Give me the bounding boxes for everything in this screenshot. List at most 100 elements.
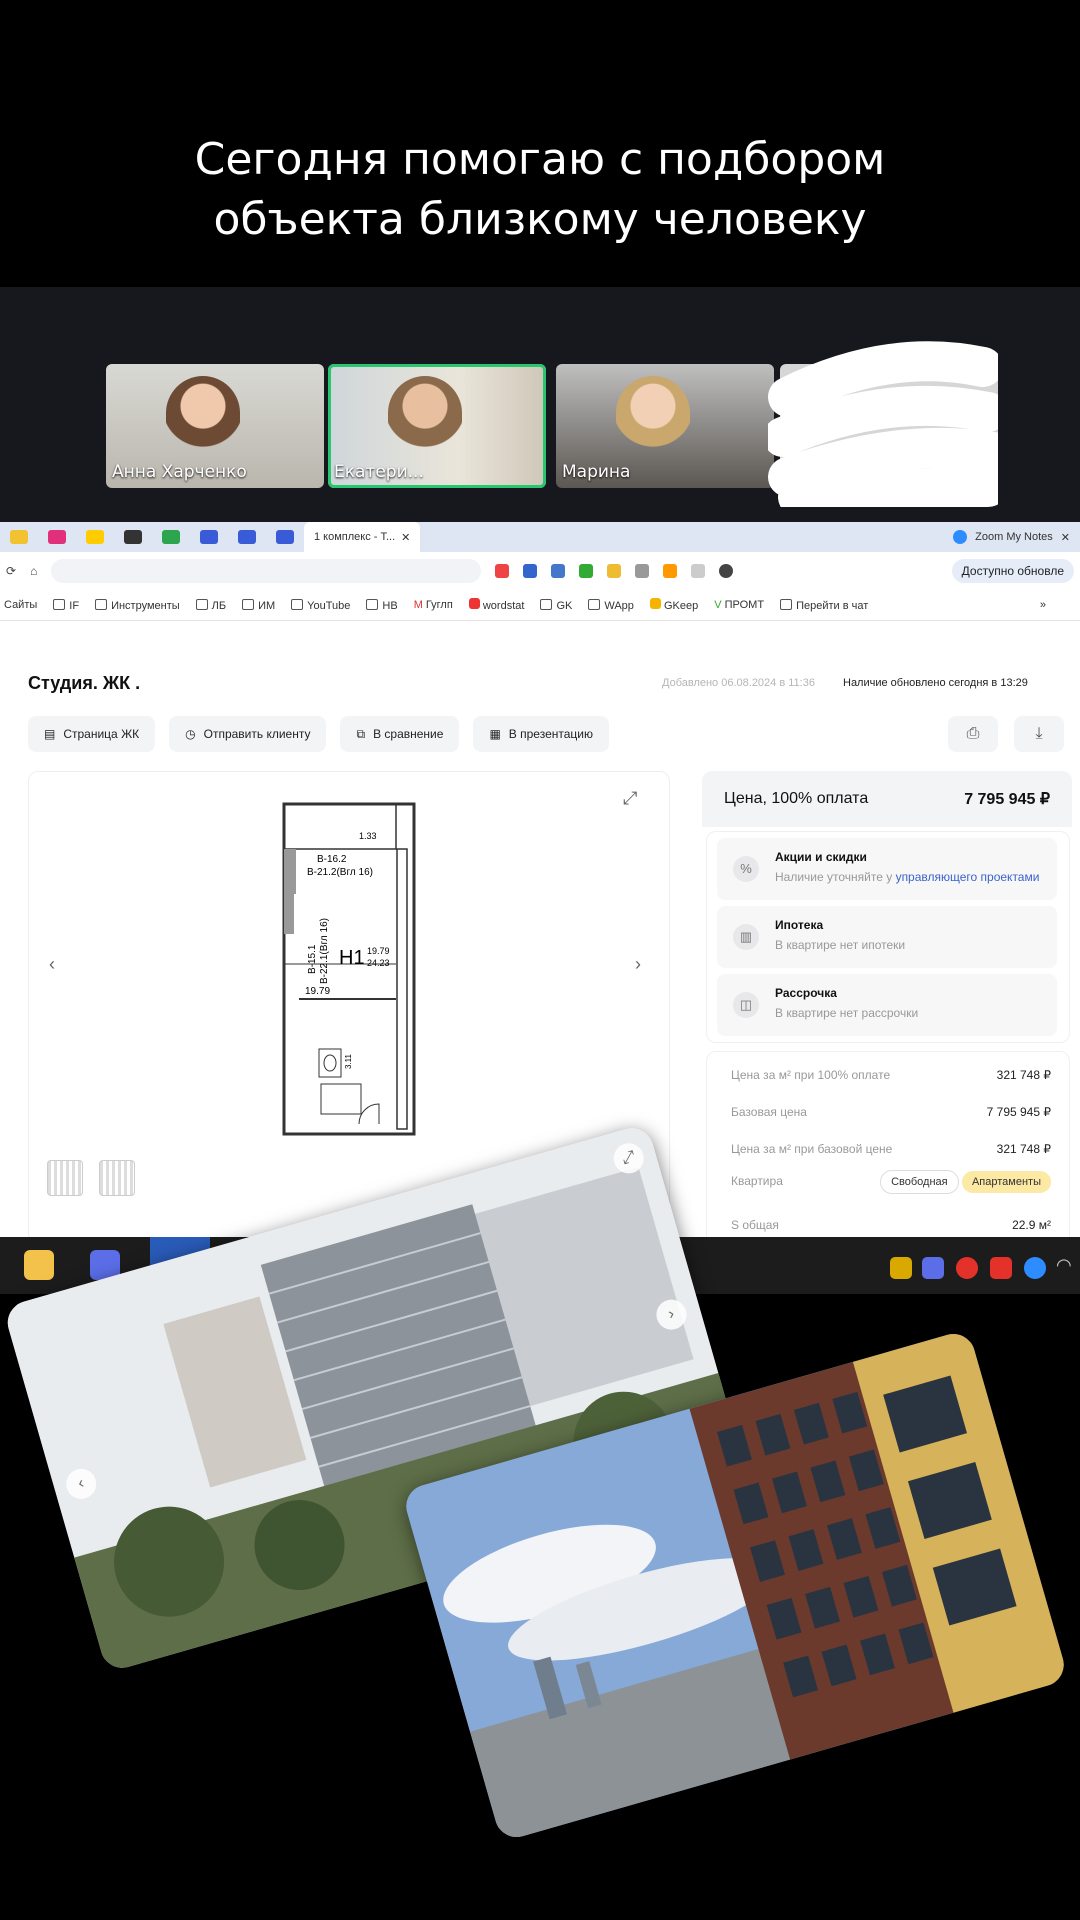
bookmark-item[interactable]: YouTube [291,598,350,612]
close-icon[interactable]: ✕ [1061,531,1070,544]
plan-label: В-22.1(Вгл 16) [319,918,330,984]
wifi-icon[interactable]: ◠ [1056,1255,1072,1276]
app-icon[interactable] [276,530,294,544]
bookmark-item[interactable]: GKeep [649,598,698,612]
close-icon[interactable]: ✕ [401,531,410,544]
compare-icon: ⧉ [356,726,366,741]
manager-link[interactable]: управляющего проектами [896,870,1040,884]
bookmark-item[interactable]: IF [53,598,79,612]
option-mortgage[interactable]: ▥ Ипотека В квартире нет ипотеки [717,906,1057,968]
extension-icon[interactable] [691,564,706,578]
bookmark-item[interactable]: НВ [366,598,398,612]
yandex-icon[interactable] [956,1257,978,1279]
page-title: Студия. ЖК . [28,673,141,693]
floor-plan-drawing: 1.33 В-16.2 В-21.2(Вгл 16) В-15.1 В-22.1… [282,802,416,1136]
tray-icon[interactable] [922,1257,944,1279]
bookmark-item[interactable]: ИМ [242,598,275,612]
plan-label: В-21.2(Вгл 16) [307,867,373,878]
arrow-icon[interactable] [124,530,142,544]
caption-line-1: Сегодня помогаю с подбором [194,134,886,185]
bookmark-item[interactable]: WApp [588,598,634,612]
prev-arrow-icon[interactable]: ‹ [49,954,55,975]
folder-icon [242,598,255,610]
thumbnail[interactable] [99,1160,135,1196]
option-installment[interactable]: ◫ Рассрочка В квартире нет рассрочки [717,974,1057,1036]
url-field[interactable] [51,559,482,583]
scribble-redaction [768,341,998,507]
extension-icon[interactable] [551,564,566,578]
send-icon: ◷ [185,727,196,741]
expand-icon[interactable]: ⤢ [623,788,637,809]
purchase-options: % Акции и скидки Наличие уточняйте у упр… [706,831,1070,1043]
extension-icon[interactable] [607,564,622,578]
globe-icon [780,598,793,610]
extension-icon[interactable] [523,564,538,578]
extension-icon[interactable] [663,564,678,578]
compare-button[interactable]: ⧉ В сравнение [340,716,460,752]
profile-avatar[interactable] [719,564,734,578]
extension-icon[interactable] [579,564,594,578]
caption-line-2: объекта близкому человеку [213,194,867,245]
download-button[interactable]: ⤓ [1014,716,1064,752]
bookmark-item[interactable]: Инструменты [95,598,180,612]
spec-row: Цена за м² при базовой цене 321 748 ₽ [731,1142,1051,1156]
app-icon[interactable] [86,530,104,544]
extension-icon[interactable] [495,564,510,578]
tab-label: Zoom My Notes [975,531,1053,543]
participant-tile-1[interactable]: Анна Харченко [106,364,324,488]
price-label: Цена, 100% оплата [724,790,869,807]
status-badge: Свободная [880,1170,959,1194]
participant-name: Марина [562,462,631,482]
participant-tile-3[interactable]: Марина [556,364,774,488]
extension-icon[interactable] [635,564,650,578]
bookmark-item[interactable]: Сайты [4,599,37,611]
download-icon: ⤓ [1035,725,1043,742]
tray-icon[interactable] [890,1257,912,1279]
participant-tile-2-active[interactable]: Екатери... [328,364,546,488]
participant-video [616,376,690,462]
folder-icon [366,598,379,610]
bookmark-item[interactable]: V ПРОМТ [714,599,764,611]
more-bookmarks-icon[interactable]: » [1040,599,1046,611]
app-icon[interactable] [48,530,66,544]
option-title: Акции и скидки [775,850,867,864]
bookmarks-bar: Сайты IF Инструменты ЛБ ИМ YouTube НВ M … [0,590,1080,621]
bookmark-item[interactable]: ЛБ [195,598,226,612]
participant-video [166,376,240,462]
app-icon[interactable] [200,530,218,544]
home-icon[interactable]: ⌂ [30,564,37,578]
zoom-icon[interactable] [1024,1257,1046,1279]
send-to-client-button[interactable]: ◷ Отправить клиенту [169,716,327,752]
folder-icon [95,598,108,610]
plan-label: 3.11 [344,1053,353,1069]
printer-icon: ⎙ [966,725,980,742]
participant-video [388,376,462,462]
spec-row-type: Квартира Свободная Апартаменты [731,1170,1051,1194]
complex-page-button[interactable]: ▤ Страница ЖК [28,716,156,752]
reload-icon[interactable]: ⟳ [6,564,16,578]
plan-label: В-16.2 [317,854,347,865]
tab-zoom-notes[interactable]: Zoom My Notes ✕ [953,530,1070,544]
presentation-button[interactable]: ▦ В презентацию [473,716,609,752]
option-discounts[interactable]: % Акции и скидки Наличие уточняйте у упр… [717,838,1057,900]
sheets-icon[interactable] [162,530,180,544]
file-explorer-icon[interactable] [24,1250,54,1280]
print-button[interactable]: ⎙ [948,716,998,752]
tray-icon[interactable] [990,1257,1012,1279]
calendar-icon: ◫ [733,992,759,1018]
bookmark-item[interactable]: Перейти в чат [780,598,868,612]
percent-icon: % [733,856,759,882]
update-button[interactable]: Доступно обновле [951,559,1074,583]
thumbnail[interactable] [47,1160,83,1196]
bookmark-item[interactable]: M Гуглп [414,599,453,611]
tab-active[interactable]: 1 комплекс - Т... ✕ [304,522,421,552]
drive-icon[interactable] [10,530,28,544]
availability-updated: Наличие обновлено сегодня в 13:29 [843,677,1028,689]
next-arrow-icon[interactable]: › [635,954,641,975]
bookmark-item[interactable]: wordstat [468,598,524,612]
participant-name: Анна Харченко [112,462,247,482]
app-icon[interactable] [238,530,256,544]
type-badge: Апартаменты [961,1171,1051,1193]
price-header: Цена, 100% оплата 7 795 945 ₽ [702,771,1072,827]
bookmark-item[interactable]: GK [540,598,572,612]
